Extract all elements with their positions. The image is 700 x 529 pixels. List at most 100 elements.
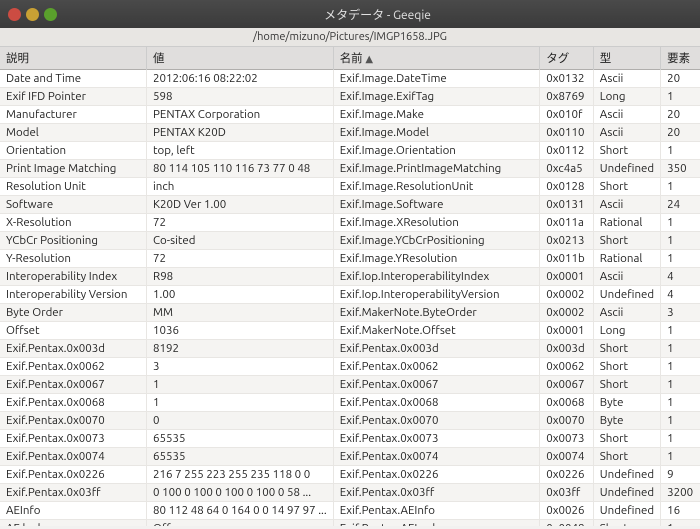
cell-desc: Exif.Pentax.0x0068 <box>0 394 147 412</box>
col-header-elem[interactable]: 要素 <box>661 47 700 70</box>
cell-tag: 0x03ff <box>540 484 594 502</box>
table-row[interactable]: Y-Resolution72Exif.Image.YResolution0x01… <box>0 250 700 268</box>
table-row[interactable]: Exif.Pentax.0x00681Exif.Pentax.0x00680x0… <box>0 394 700 412</box>
table-row[interactable]: Print Image Matching80 114 105 110 116 7… <box>0 160 700 178</box>
table-row[interactable]: Exif.Pentax.0x03ff0 100 0 100 0 100 0 10… <box>0 484 700 502</box>
table-row[interactable]: Byte OrderMMExif.MakerNote.ByteOrder0x00… <box>0 304 700 322</box>
cell-desc: Exif.Pentax.0x03ff <box>0 484 147 502</box>
cell-tag: 0x0112 <box>540 142 594 160</box>
cell-type: Short <box>593 448 660 466</box>
cell-desc: Exif.Pentax.0x0067 <box>0 376 147 394</box>
table-row[interactable]: Date and Time2012:06:16 08:22:02Exif.Ima… <box>0 70 700 88</box>
cell-val: inch <box>147 178 334 196</box>
cell-elem: 1 <box>661 88 700 106</box>
cell-name: Exif.Pentax.AELock <box>333 520 540 527</box>
table-row[interactable]: Exif IFD Pointer598Exif.Image.ExifTag0x8… <box>0 88 700 106</box>
minimize-button[interactable] <box>26 8 39 21</box>
table-row[interactable]: Exif.Pentax.0x00700Exif.Pentax.0x00700x0… <box>0 412 700 430</box>
cell-name: Exif.Pentax.0x0074 <box>333 448 540 466</box>
cell-desc: Exif.Pentax.0x0062 <box>0 358 147 376</box>
table-row[interactable]: Offset1036Exif.MakerNote.Offset0x0001Lon… <box>0 322 700 340</box>
cell-type: Short <box>593 376 660 394</box>
cell-name: Exif.Pentax.0x0068 <box>333 394 540 412</box>
cell-tag: 0x0128 <box>540 178 594 196</box>
table-row[interactable]: YCbCr PositioningCo-sitedExif.Image.YCbC… <box>0 232 700 250</box>
table-row[interactable]: ModelPENTAX K20DExif.Image.Model0x0110As… <box>0 124 700 142</box>
cell-val: 65535 <box>147 448 334 466</box>
col-header-desc[interactable]: 説明 <box>0 47 147 70</box>
cell-desc: Exif.Pentax.0x0073 <box>0 430 147 448</box>
col-header-val[interactable]: 値 <box>147 47 334 70</box>
cell-elem: 1 <box>661 394 700 412</box>
table-row[interactable]: Interoperability Version1.00Exif.Iop.Int… <box>0 286 700 304</box>
cell-elem: 9 <box>661 466 700 484</box>
cell-tag: 0x0073 <box>540 430 594 448</box>
cell-val: 1 <box>147 376 334 394</box>
cell-name: Exif.Pentax.0x0226 <box>333 466 540 484</box>
table-row[interactable]: Exif.Pentax.0x003d8192Exif.Pentax.0x003d… <box>0 340 700 358</box>
col-header-type[interactable]: 型 <box>593 47 660 70</box>
cell-val: 3 <box>147 358 334 376</box>
cell-type: Short <box>593 232 660 250</box>
col-header-tag[interactable]: タグ <box>540 47 594 70</box>
cell-tag: 0x0067 <box>540 376 594 394</box>
cell-type: Undefined <box>593 286 660 304</box>
cell-name: Exif.Pentax.AEInfo <box>333 502 540 520</box>
cell-type: Ascii <box>593 304 660 322</box>
cell-val: 598 <box>147 88 334 106</box>
cell-desc: Byte Order <box>0 304 147 322</box>
table-row[interactable]: Exif.Pentax.0x007465535Exif.Pentax.0x007… <box>0 448 700 466</box>
close-button[interactable] <box>8 8 21 21</box>
cell-val: 1.00 <box>147 286 334 304</box>
cell-desc: Exif.Pentax.0x0226 <box>0 466 147 484</box>
table-container[interactable]: 説明 値 名前 ▲ タグ 型 要素 D <box>0 47 700 526</box>
cell-desc: Software <box>0 196 147 214</box>
cell-desc: Interoperability Version <box>0 286 147 304</box>
table-row[interactable]: X-Resolution72Exif.Image.XResolution0x01… <box>0 214 700 232</box>
cell-tag: 0x0110 <box>540 124 594 142</box>
cell-elem: 1 <box>661 322 700 340</box>
cell-tag: 0x0001 <box>540 322 594 340</box>
window-title: メタデータ - Geeqie <box>63 6 692 23</box>
maximize-button[interactable] <box>44 8 57 21</box>
table-row[interactable]: Exif.Pentax.0x00671Exif.Pentax.0x00670x0… <box>0 376 700 394</box>
table-row[interactable]: Exif.Pentax.0x0226216 7 255 223 255 235 … <box>0 466 700 484</box>
cell-elem: 3 <box>661 304 700 322</box>
cell-tag: 0x0131 <box>540 196 594 214</box>
cell-elem: 1 <box>661 214 700 232</box>
cell-type: Byte <box>593 394 660 412</box>
cell-name: Exif.Image.Orientation <box>333 142 540 160</box>
cell-tag: 0xc4a5 <box>540 160 594 178</box>
cell-name: Exif.Image.XResolution <box>333 214 540 232</box>
cell-desc: X-Resolution <box>0 214 147 232</box>
table-row[interactable]: Interoperability IndexR98Exif.Iop.Intero… <box>0 268 700 286</box>
table-row[interactable]: AE lockOffExif.Pentax.AELock0x0048Short1 <box>0 520 700 527</box>
cell-type: Undefined <box>593 160 660 178</box>
cell-type: Short <box>593 340 660 358</box>
table-row[interactable]: AEInfo80 112 48 64 0 164 0 0 14 97 97 ..… <box>0 502 700 520</box>
cell-type: Ascii <box>593 124 660 142</box>
cell-tag: 0x0068 <box>540 394 594 412</box>
window-controls <box>8 8 57 21</box>
cell-elem: 20 <box>661 106 700 124</box>
cell-name: Exif.Image.YCbCrPositioning <box>333 232 540 250</box>
cell-val: 80 114 105 110 116 73 77 0 48 <box>147 160 334 178</box>
cell-val: K20D Ver 1.00 <box>147 196 334 214</box>
cell-tag: 0x011a <box>540 214 594 232</box>
cell-tag: 0x0062 <box>540 358 594 376</box>
cell-desc: Manufacturer <box>0 106 147 124</box>
table-row[interactable]: Orientationtop, leftExif.Image.Orientati… <box>0 142 700 160</box>
col-header-name[interactable]: 名前 ▲ <box>333 47 540 70</box>
table-row[interactable]: Exif.Pentax.0x00623Exif.Pentax.0x00620x0… <box>0 358 700 376</box>
cell-desc: Orientation <box>0 142 147 160</box>
cell-name: Exif.Pentax.0x0067 <box>333 376 540 394</box>
cell-type: Undefined <box>593 466 660 484</box>
table-row[interactable]: ManufacturerPENTAX CorporationExif.Image… <box>0 106 700 124</box>
table-row[interactable]: Exif.Pentax.0x007365535Exif.Pentax.0x007… <box>0 430 700 448</box>
table-row[interactable]: SoftwareK20D Ver 1.00Exif.Image.Software… <box>0 196 700 214</box>
cell-elem: 1 <box>661 430 700 448</box>
table-row[interactable]: Resolution UnitinchExif.Image.Resolution… <box>0 178 700 196</box>
cell-tag: 0x0074 <box>540 448 594 466</box>
cell-elem: 16 <box>661 502 700 520</box>
cell-val: 65535 <box>147 430 334 448</box>
